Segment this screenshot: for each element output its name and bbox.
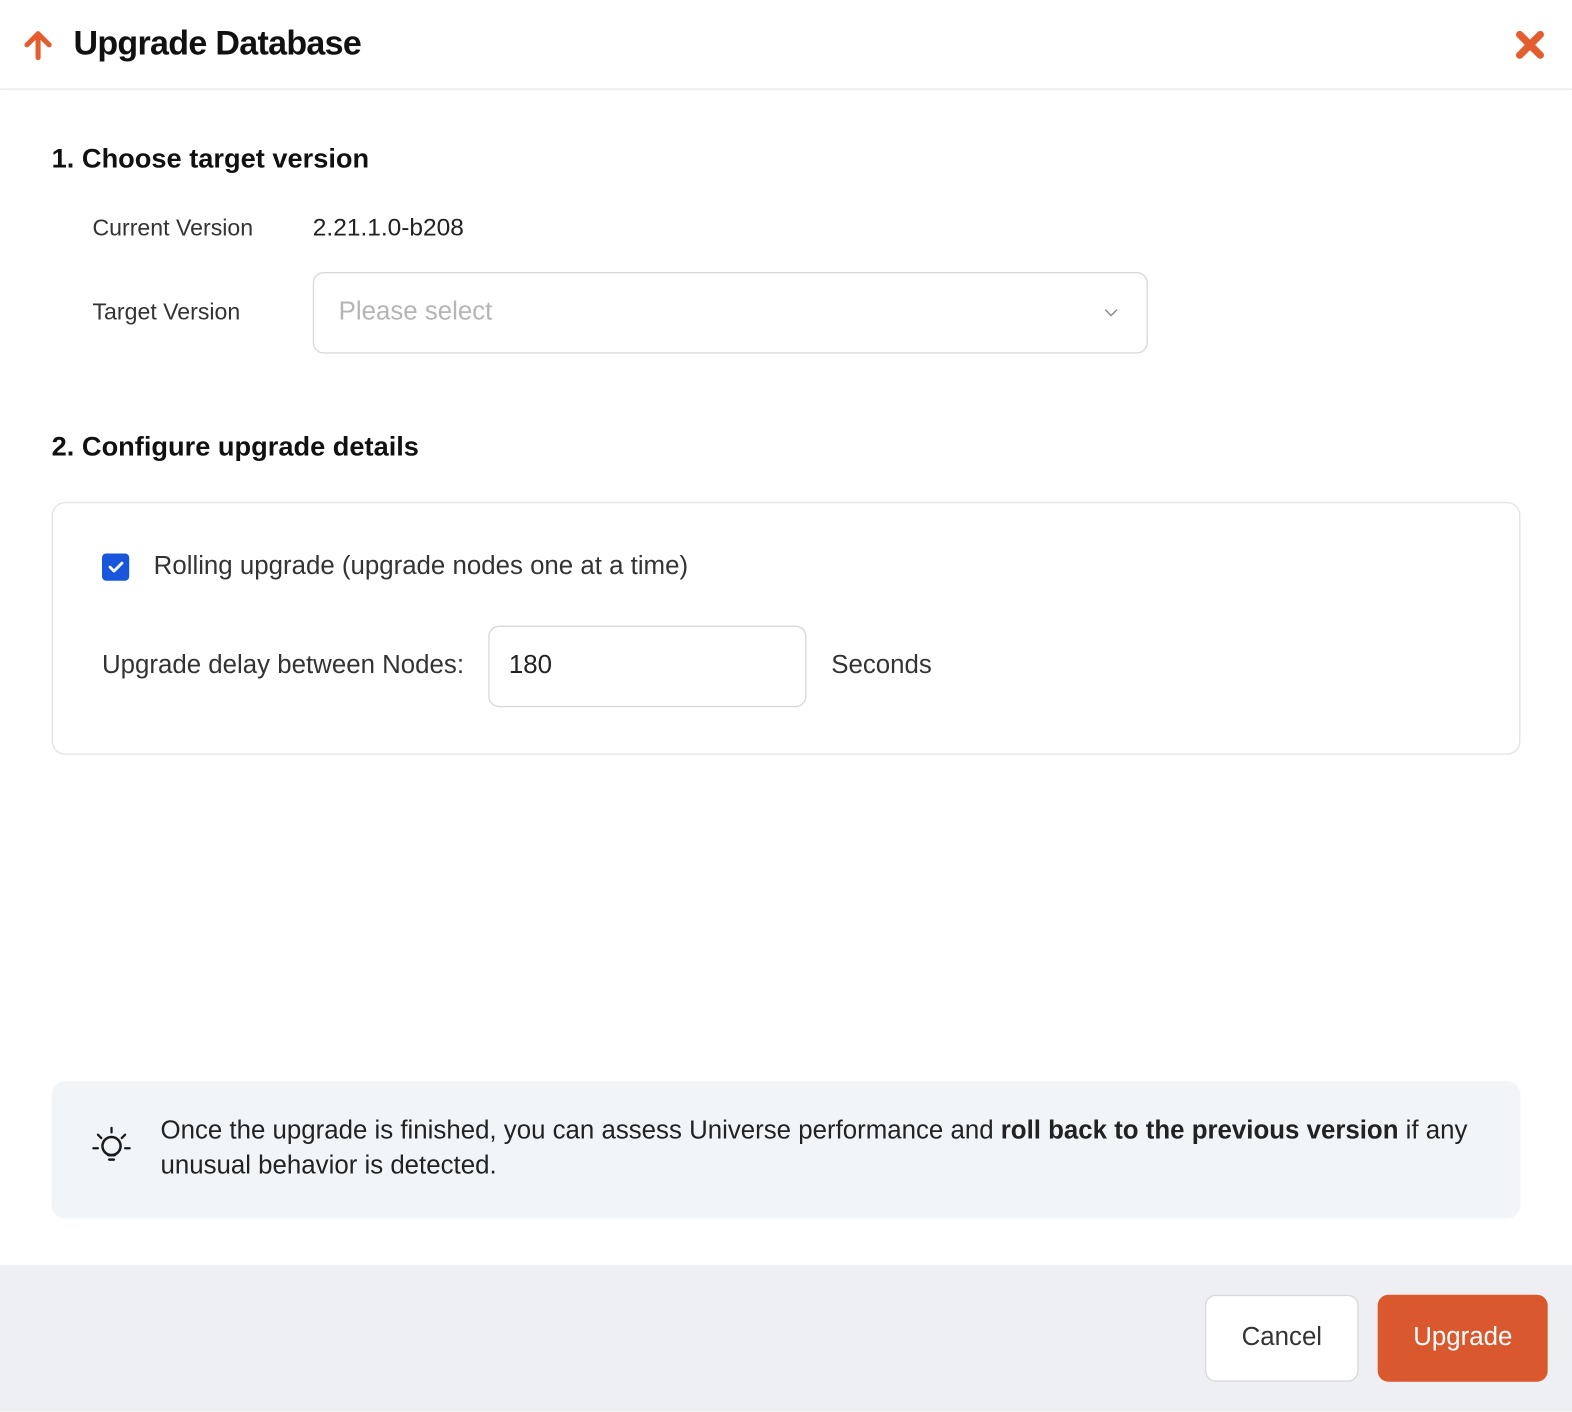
section-1-title: 1. Choose target version <box>52 144 1521 175</box>
header-left: Upgrade Database <box>19 24 361 63</box>
dialog-footer: Cancel Upgrade <box>0 1265 1572 1412</box>
delay-unit: Seconds <box>831 651 932 681</box>
dialog-title: Upgrade Database <box>73 24 361 63</box>
delay-input[interactable] <box>488 626 806 708</box>
target-version-label: Target Version <box>52 299 313 326</box>
section-2-title: 2. Configure upgrade details <box>52 432 1521 463</box>
target-version-row: Target Version Please select <box>52 272 1521 354</box>
lightbulb-icon <box>84 1116 138 1170</box>
info-text-before: Once the upgrade is finished, you can as… <box>160 1116 1000 1145</box>
config-panel: Rolling upgrade (upgrade nodes one at a … <box>52 502 1521 755</box>
info-text-bold: roll back to the previous version <box>1001 1116 1399 1145</box>
rolling-upgrade-row: Rolling upgrade (upgrade nodes one at a … <box>102 552 1470 582</box>
target-version-select[interactable]: Please select <box>313 272 1148 354</box>
info-box: Once the upgrade is finished, you can as… <box>52 1081 1521 1219</box>
dialog-header: Upgrade Database <box>0 0 1572 90</box>
arrow-up-icon <box>19 25 57 63</box>
cancel-button[interactable]: Cancel <box>1205 1295 1359 1382</box>
delay-label: Upgrade delay between Nodes: <box>102 651 464 681</box>
rolling-upgrade-label: Rolling upgrade (upgrade nodes one at a … <box>154 552 688 582</box>
current-version-label: Current Version <box>52 214 313 241</box>
target-version-placeholder: Please select <box>339 298 493 328</box>
current-version-value: 2.21.1.0-b208 <box>313 214 464 243</box>
current-version-row: Current Version 2.21.1.0-b208 <box>52 214 1521 243</box>
chevron-down-icon <box>1100 302 1122 324</box>
delay-row: Upgrade delay between Nodes: Seconds <box>102 626 1470 708</box>
close-icon[interactable] <box>1512 27 1547 62</box>
upgrade-button[interactable]: Upgrade <box>1378 1295 1548 1382</box>
rolling-upgrade-checkbox[interactable] <box>102 554 129 581</box>
info-text: Once the upgrade is finished, you can as… <box>160 1114 1487 1186</box>
